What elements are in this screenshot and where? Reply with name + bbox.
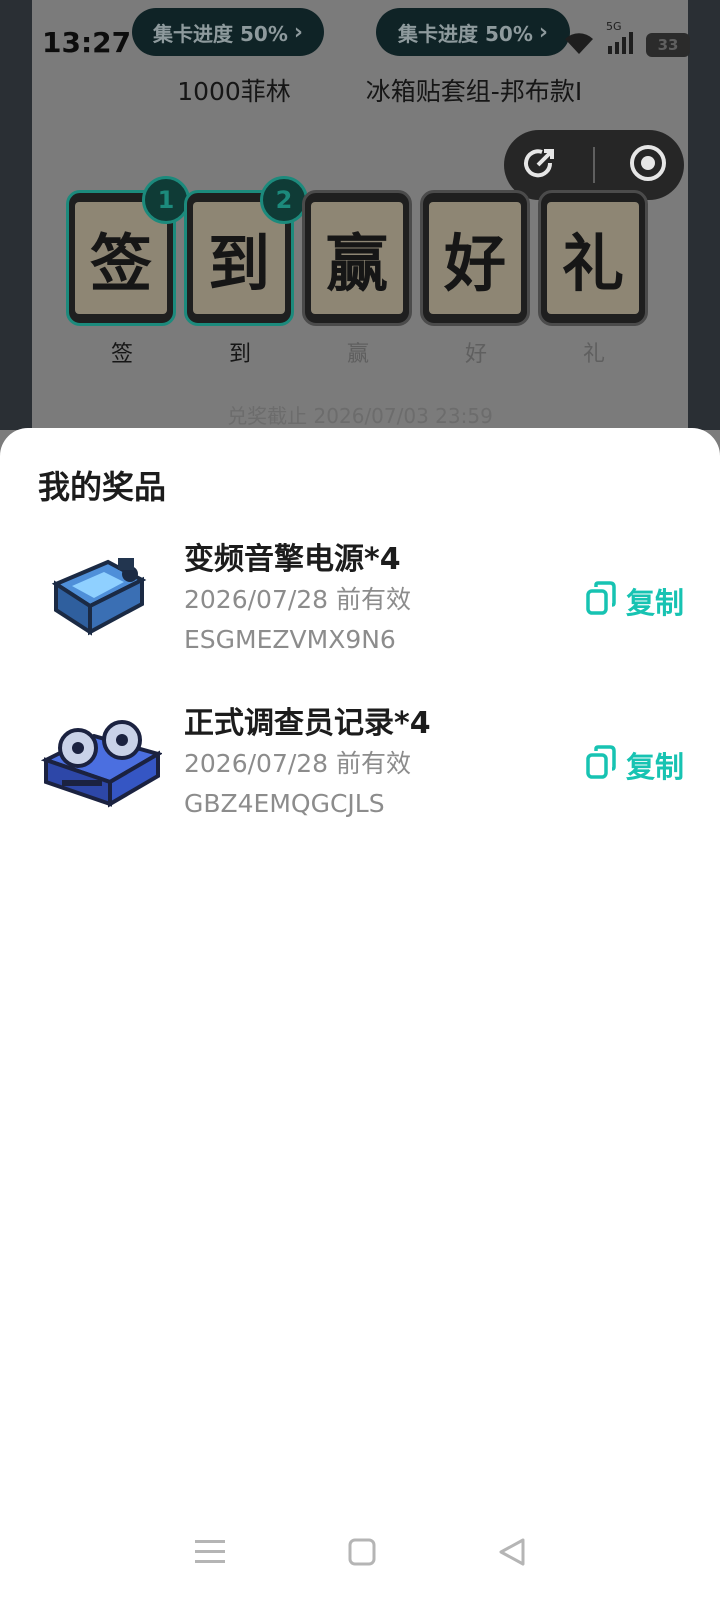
prize-item: 变频音擎电源*4 2026/07/28 前有效 ESGMEZVMX9N6 复制: [0, 528, 720, 678]
copy-icon: [584, 580, 618, 622]
tile-card: 赢: [302, 190, 412, 326]
redeem-deadline: 兑奖截止 2026/07/03 23:59: [227, 404, 493, 428]
sign-in-tiles: 签 1 签 到 2 到 赢 赢 好 好 礼 礼: [66, 176, 650, 368]
sign-tile: 到 2 到: [184, 176, 308, 368]
sign-tile: 好 好: [420, 190, 532, 368]
capsule-divider: [592, 147, 595, 183]
prize-valid-until: 2026/07/28 前有效: [184, 749, 412, 778]
background-prize-name-1: 1000菲林: [177, 77, 291, 106]
background-left-edge: [0, 0, 32, 430]
copy-icon: [584, 744, 618, 786]
collect-progress-pill-2[interactable]: 集卡进度 50% ›: [376, 8, 570, 56]
sign-tile: 签 1 签: [66, 176, 190, 368]
collect-progress-pill-1[interactable]: 集卡进度 50% ›: [132, 8, 324, 56]
progress-label: 集卡进度 50%: [153, 21, 288, 46]
tile-label: 到: [228, 342, 251, 367]
tile-label: 好: [464, 342, 487, 367]
prize-name: 变频音擎电源*4: [184, 542, 401, 577]
back-icon[interactable]: [497, 1537, 527, 1571]
prize-valid-until: 2026/07/28 前有效: [184, 585, 412, 614]
tile-label: 签: [110, 342, 133, 367]
background-prize-name-2: 冰箱贴套组-邦布款I: [365, 77, 583, 106]
power-device-icon: [38, 544, 162, 654]
status-time: 13:27: [42, 26, 132, 59]
my-prizes-sheet: 我的奖品 变频音擎电源*4 2026/07/28 前有效 ESGMEZVMX9N…: [0, 428, 720, 1608]
system-nav-bar: [0, 1500, 720, 1608]
tape-recorder-icon: [38, 708, 164, 818]
wifi-icon: [562, 30, 596, 60]
tile-badge: 1: [142, 176, 190, 224]
home-icon[interactable]: [347, 1537, 377, 1571]
copy-button[interactable]: 复制: [584, 580, 684, 622]
tile-card: 好: [420, 190, 530, 326]
close-miniapp-icon[interactable]: [628, 143, 668, 187]
prize-info: 正式调查员记录*4 2026/07/28 前有效 GBZ4EMQGCJLS: [184, 704, 431, 824]
background-right-edge: [688, 0, 720, 430]
tile-label: 赢: [346, 342, 369, 367]
tile-label: 礼: [582, 342, 605, 367]
network-type: 5G: [606, 20, 622, 33]
sign-tile: 赢 赢: [302, 190, 414, 368]
progress-label: 集卡进度 50%: [398, 21, 533, 46]
prize-info: 变频音擎电源*4 2026/07/28 前有效 ESGMEZVMX9N6: [184, 540, 411, 660]
signal-icon: 5G: [606, 20, 636, 60]
sheet-title: 我的奖品: [38, 468, 167, 506]
tile-char: 礼: [547, 202, 639, 314]
redeem-code[interactable]: GBZ4EMQGCJLS: [184, 784, 431, 824]
sign-tile: 礼 礼: [538, 190, 650, 368]
copy-label: 复制: [625, 750, 684, 784]
tile-badge: 2: [260, 176, 308, 224]
tile-char: 赢: [311, 202, 403, 314]
copy-button[interactable]: 复制: [584, 744, 684, 786]
prize-item: 正式调查员记录*4 2026/07/28 前有效 GBZ4EMQGCJLS 复制: [0, 692, 720, 842]
tile-char: 好: [429, 202, 521, 314]
prize-name: 正式调查员记录*4: [184, 706, 431, 741]
share-icon[interactable]: [520, 143, 560, 187]
redeem-code[interactable]: ESGMEZVMX9N6: [184, 620, 411, 660]
battery-icon: 33: [646, 33, 690, 57]
menu-icon[interactable]: [193, 1537, 227, 1571]
copy-label: 复制: [625, 586, 684, 620]
tile-card: 礼: [538, 190, 648, 326]
chevron-right-icon: ›: [293, 19, 303, 45]
chevron-right-icon: ›: [538, 19, 548, 45]
status-icons: 5G 33: [562, 20, 690, 60]
